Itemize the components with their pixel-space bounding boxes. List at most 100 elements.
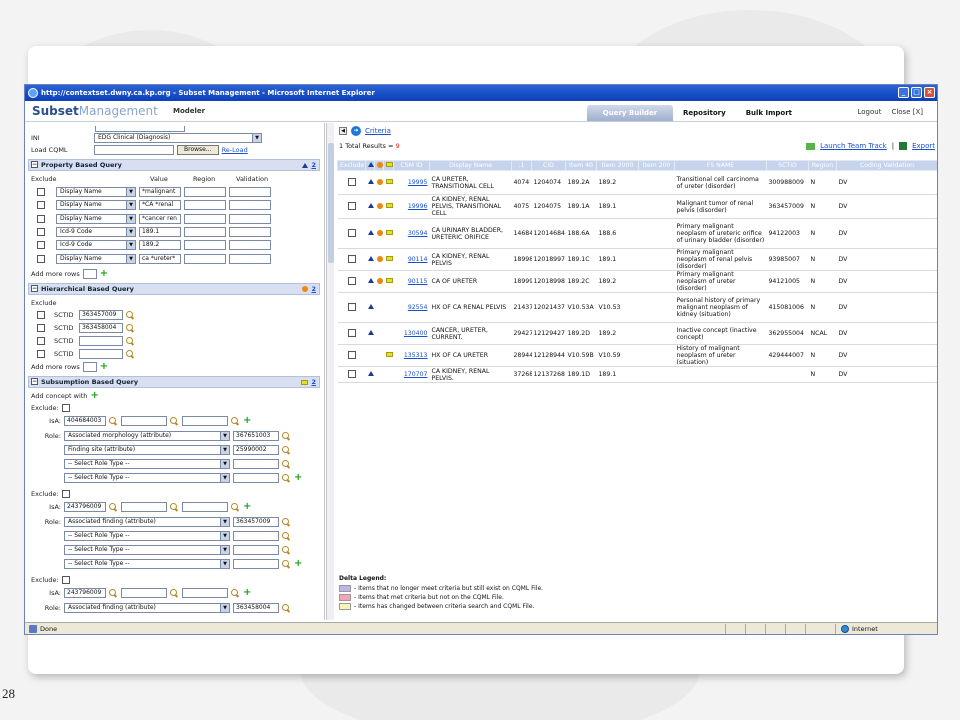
csm-id-link[interactable]: 19996 [393,194,430,219]
table-row[interactable]: 90115 CA OF URETER 18999 12018998 189.2C 189.… [337,270,937,293]
role-value-input[interactable] [233,559,279,569]
row-exclude-checkbox[interactable] [347,254,356,263]
tab-query-builder[interactable]: Query Builder [587,105,673,121]
property-value-input[interactable]: 189.2 [139,240,181,251]
table-row[interactable]: 170707 CA KIDNEY, RENAL PELVIS. 37268 12137… [337,366,937,383]
region-input[interactable] [184,200,226,211]
row-exclude-checkbox[interactable] [347,276,356,285]
role-type-select[interactable]: -- Select Role Type -- ▼ [64,545,230,555]
search-icon[interactable] [170,502,179,512]
role-type-select[interactable]: -- Select Role Type -- ▼ [64,531,230,541]
exclude-checkbox[interactable] [37,214,45,223]
launch-team-track-link[interactable]: Launch Team Track [820,142,887,150]
row-exclude-checkbox[interactable] [347,302,356,311]
isa-extra-input[interactable] [182,588,228,598]
close-window-button[interactable]: × [924,87,935,98]
table-row[interactable]: 19996 CA KIDNEY, RENAL PELVIS, TRANSITION… [337,194,937,219]
csm-id-link[interactable]: 90114 [393,248,430,271]
col-csm-id[interactable]: CSM ID [393,160,430,171]
search-icon[interactable] [170,588,179,598]
exclude-checkbox[interactable] [61,404,70,412]
row-exclude-checkbox[interactable] [347,228,356,237]
isa-input[interactable]: 243796009 [64,502,106,512]
role-value-input[interactable]: 363458004 [233,603,279,613]
col-cid[interactable]: CID [531,160,566,171]
property-field-select[interactable]: Display Name ▼ [56,213,136,224]
role-type-select[interactable]: Finding site (attribute) ▼ [64,445,230,455]
role-value-input[interactable]: 367651003 [233,431,279,441]
csm-id-link[interactable]: 19995 [393,170,430,195]
search-icon[interactable] [109,502,118,512]
exclude-checkbox[interactable] [37,241,45,250]
search-icon[interactable] [282,459,291,469]
sctid-input[interactable] [79,349,123,359]
row-exclude-checkbox[interactable] [347,177,356,186]
add-role-plus-icon[interactable]: + [294,559,302,569]
role-value-input[interactable] [233,531,279,541]
table-row[interactable]: 90114 CA KIDNEY, RENAL PELVIS 18998 1201899… [337,248,937,271]
property-field-select[interactable]: Icd-9 Code ▼ [56,226,136,237]
minimize-button[interactable]: _ [898,87,909,98]
csm-id-link[interactable]: 90115 [393,270,430,293]
reload-link[interactable]: Re-Load [222,146,248,154]
search-icon[interactable] [282,531,291,541]
subsumption-count-link[interactable]: 2 [311,377,316,387]
search-icon[interactable] [126,310,135,320]
search-icon[interactable] [126,349,135,359]
role-type-select[interactable]: Associated finding (attribute) ▼ [64,603,230,613]
search-icon[interactable] [231,588,240,598]
search-icon[interactable] [282,603,291,613]
browse-button[interactable]: Browse... [177,145,219,155]
search-icon[interactable] [282,559,291,569]
cqml-file-input[interactable] [94,145,174,155]
tab-repository[interactable]: Repository [673,105,736,121]
collapse-arrow-icon[interactable]: ◀ [339,127,347,135]
property-value-input[interactable]: *CA *renal [139,200,181,211]
isa-input[interactable]: 243796009 [64,588,106,598]
role-type-select[interactable]: Associated finding (attribute) ▼ [64,517,230,527]
row-exclude-checkbox[interactable] [347,328,356,337]
property-value-input[interactable]: 189.1 [139,226,181,237]
exclude-checkbox[interactable] [37,188,45,196]
add-rows-count-input[interactable] [82,362,97,372]
isa-input[interactable]: 404684003 [64,416,106,426]
role-type-select[interactable]: -- Select Role Type -- ▼ [64,559,230,569]
property-value-input[interactable]: *malignant [139,187,181,197]
add-role-plus-icon[interactable]: + [294,473,302,483]
search-icon[interactable] [126,336,135,346]
search-icon[interactable] [231,502,240,512]
maximize-button[interactable]: □ [911,87,922,98]
row-exclude-checkbox[interactable] [347,350,356,359]
property-field-select[interactable]: Display Name ▼ [56,253,136,264]
isa-extra-input[interactable] [182,502,228,512]
validation-input[interactable] [229,226,271,237]
property-field-select[interactable]: Display Name ▼ [56,200,136,211]
table-row[interactable]: 130400 CANCER, URETER, CURRENT. 29427 12129… [337,322,937,345]
search-icon[interactable] [109,416,118,426]
col-item40[interactable]: Item 40 [565,160,597,171]
isa-extra-input[interactable] [121,588,167,598]
add-isa-plus-icon[interactable]: + [243,416,251,426]
exclude-checkbox[interactable] [37,201,45,210]
col-item2000[interactable]: Item 2000 [596,160,639,171]
csm-id-link[interactable]: 170707 [393,366,430,383]
csm-id-link[interactable]: 130400 [393,322,430,345]
add-concept-plus-icon[interactable]: + [90,391,98,401]
search-icon[interactable] [109,588,118,598]
role-type-select[interactable]: -- Select Role Type -- ▼ [64,473,230,483]
property-query-header[interactable]: − Property Based Query 2 [28,159,320,171]
col-dot1[interactable]: .1 [511,160,532,171]
region-input[interactable] [184,226,226,237]
property-value-input[interactable]: ca *ureter* [139,253,181,264]
csm-id-link[interactable]: 135313 [393,344,430,367]
exclude-checkbox[interactable] [37,324,45,332]
property-value-input[interactable]: *cancer ren [139,213,181,224]
table-row[interactable]: 19995 CA URETER, TRANSITIONAL CELL 4074 120… [337,170,937,195]
close-link[interactable]: Close [X] [891,108,923,116]
exclude-checkbox[interactable] [37,350,45,358]
row-exclude-checkbox[interactable] [347,201,356,210]
col-region[interactable]: Region [808,160,837,171]
exclude-checkbox[interactable] [37,311,45,319]
col-sctid[interactable]: SCTID [766,160,809,171]
role-value-input[interactable] [233,545,279,555]
